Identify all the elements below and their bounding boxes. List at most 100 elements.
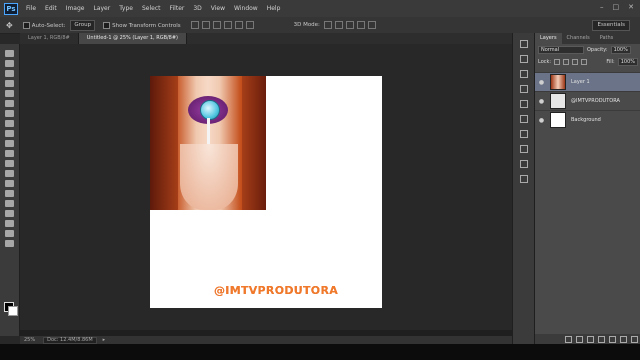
lock-image-icon[interactable]	[563, 59, 570, 65]
pan-icon[interactable]	[345, 21, 354, 29]
minimize-button[interactable]: –	[600, 3, 604, 11]
doc-info[interactable]: Doc: 12.4M/8.86M	[43, 336, 97, 344]
menu-type[interactable]: Type	[119, 5, 133, 12]
eyedropper-tool-icon[interactable]	[5, 100, 14, 107]
tab-channels[interactable]: Channels	[562, 33, 595, 44]
tab-paths[interactable]: Paths	[595, 33, 619, 44]
marquee-tool-icon[interactable]	[5, 60, 14, 67]
layer-1-photo[interactable]	[150, 76, 266, 210]
layer-style-icon[interactable]	[576, 335, 583, 343]
character-icon[interactable]	[520, 100, 528, 108]
tab-untitled-1[interactable]: Untitled-1 @ 25% (Layer 1, RGB/8#)	[78, 33, 188, 44]
eraser-tool-icon[interactable]	[5, 150, 14, 157]
new-group-icon[interactable]	[609, 335, 616, 343]
layer-row-background[interactable]: ● Background	[535, 110, 640, 129]
lasso-tool-icon[interactable]	[5, 70, 14, 77]
info-icon[interactable]	[520, 130, 528, 138]
adjustment-layer-icon[interactable]	[598, 335, 605, 343]
zoom-level[interactable]: 25%	[24, 337, 35, 343]
document-canvas[interactable]: @IMTVPRODUTORA	[150, 76, 382, 308]
visibility-eye-icon[interactable]: ●	[538, 98, 545, 105]
brush-presets-icon[interactable]	[520, 85, 528, 93]
styles-icon[interactable]	[520, 160, 528, 168]
menu-edit[interactable]: Edit	[45, 5, 57, 12]
lock-position-icon[interactable]	[572, 59, 579, 65]
align-bottom-icon[interactable]	[212, 21, 221, 29]
photoshop-logo-icon: Ps	[4, 2, 18, 15]
hand-tool-icon[interactable]	[5, 230, 14, 237]
roll-icon[interactable]	[334, 21, 343, 29]
watermark-text[interactable]: @IMTVPRODUTORA	[214, 284, 338, 297]
menu-3d[interactable]: 3D	[193, 5, 201, 12]
dodge-tool-icon[interactable]	[5, 180, 14, 187]
lock-pixels-icon[interactable]	[554, 59, 561, 65]
gradient-tool-icon[interactable]	[5, 160, 14, 167]
shape-tool-icon[interactable]	[5, 220, 14, 227]
opacity-label: Opacity:	[587, 47, 608, 53]
status-arrow-icon[interactable]: ▸	[103, 337, 106, 343]
menu-filter[interactable]: Filter	[170, 5, 185, 12]
transform-controls-checkbox[interactable]: Show Transform Controls	[103, 21, 181, 29]
path-select-tool-icon[interactable]	[5, 210, 14, 217]
align-top-icon[interactable]	[190, 21, 199, 29]
pen-tool-icon[interactable]	[5, 190, 14, 197]
align-center-icon[interactable]	[234, 21, 243, 29]
align-right-icon[interactable]	[245, 21, 254, 29]
window-controls: – □ ✕	[600, 3, 634, 11]
type-tool-icon[interactable]	[5, 200, 14, 207]
align-left-icon[interactable]	[223, 21, 232, 29]
delete-layer-icon[interactable]	[631, 335, 638, 343]
link-layers-icon[interactable]	[565, 335, 572, 343]
menu-image[interactable]: Image	[66, 5, 85, 12]
fill-input[interactable]: 100%	[617, 58, 638, 66]
workspace-dropdown[interactable]: Essentials	[592, 20, 630, 31]
tab-layer-1[interactable]: Layer 1, RGB/8#	[20, 33, 79, 44]
new-layer-icon[interactable]	[620, 335, 627, 343]
zoom-tool-icon[interactable]	[5, 240, 14, 247]
orbit-icon[interactable]	[323, 21, 332, 29]
swatches-icon[interactable]	[520, 145, 528, 153]
background-color-swatch[interactable]	[8, 306, 18, 316]
properties-icon[interactable]	[520, 55, 528, 63]
slide-icon[interactable]	[356, 21, 365, 29]
menu-view[interactable]: View	[211, 5, 225, 12]
blur-tool-icon[interactable]	[5, 170, 14, 177]
visibility-eye-icon[interactable]: ●	[538, 117, 545, 124]
canvas-area[interactable]: @IMTVPRODUTORA	[20, 44, 512, 336]
clone-stamp-tool-icon[interactable]	[5, 130, 14, 137]
blend-mode-dropdown[interactable]: Normal	[538, 46, 584, 54]
menu-window[interactable]: Window	[234, 5, 258, 12]
close-button[interactable]: ✕	[628, 3, 634, 11]
auto-select-checkbox[interactable]: Auto-Select:	[22, 21, 65, 29]
add-mask-icon[interactable]	[587, 335, 594, 343]
menu-file[interactable]: File	[26, 5, 36, 12]
navigator-icon[interactable]	[520, 175, 528, 183]
history-brush-tool-icon[interactable]	[5, 140, 14, 147]
layer-row-watermark[interactable]: ● @IMTVPRODUTORA	[535, 91, 640, 110]
quick-select-tool-icon[interactable]	[5, 80, 14, 87]
paragraph-icon[interactable]	[520, 115, 528, 123]
history-icon[interactable]	[520, 40, 528, 48]
lock-all-icon[interactable]	[581, 59, 588, 65]
menu-layer[interactable]: Layer	[93, 5, 110, 12]
tab-layers[interactable]: Layers	[535, 33, 562, 44]
document-tabs: Layer 1, RGB/8# Untitled-1 @ 25% (Layer …	[20, 33, 512, 44]
brush-tool-icon[interactable]	[5, 120, 14, 127]
menu-help[interactable]: Help	[267, 5, 281, 12]
auto-select-dropdown[interactable]: Group	[70, 19, 96, 31]
maximize-button[interactable]: □	[613, 3, 620, 11]
healing-brush-tool-icon[interactable]	[5, 110, 14, 117]
layer-row-layer-1[interactable]: ● Layer 1	[535, 72, 640, 91]
lollipop	[200, 100, 220, 120]
layer-name: @IMTVPRODUTORA	[571, 98, 620, 104]
crop-tool-icon[interactable]	[5, 90, 14, 97]
move-tool-icon[interactable]: ✥	[6, 21, 13, 30]
opacity-input[interactable]: 100%	[610, 46, 631, 54]
adjustments-icon[interactable]	[520, 70, 528, 78]
scale-icon[interactable]	[367, 21, 376, 29]
align-middle-icon[interactable]	[201, 21, 210, 29]
visibility-eye-icon[interactable]: ●	[538, 79, 545, 86]
bottom-strip	[0, 344, 640, 360]
move-tool-icon[interactable]	[5, 50, 14, 57]
menu-select[interactable]: Select	[142, 5, 161, 12]
